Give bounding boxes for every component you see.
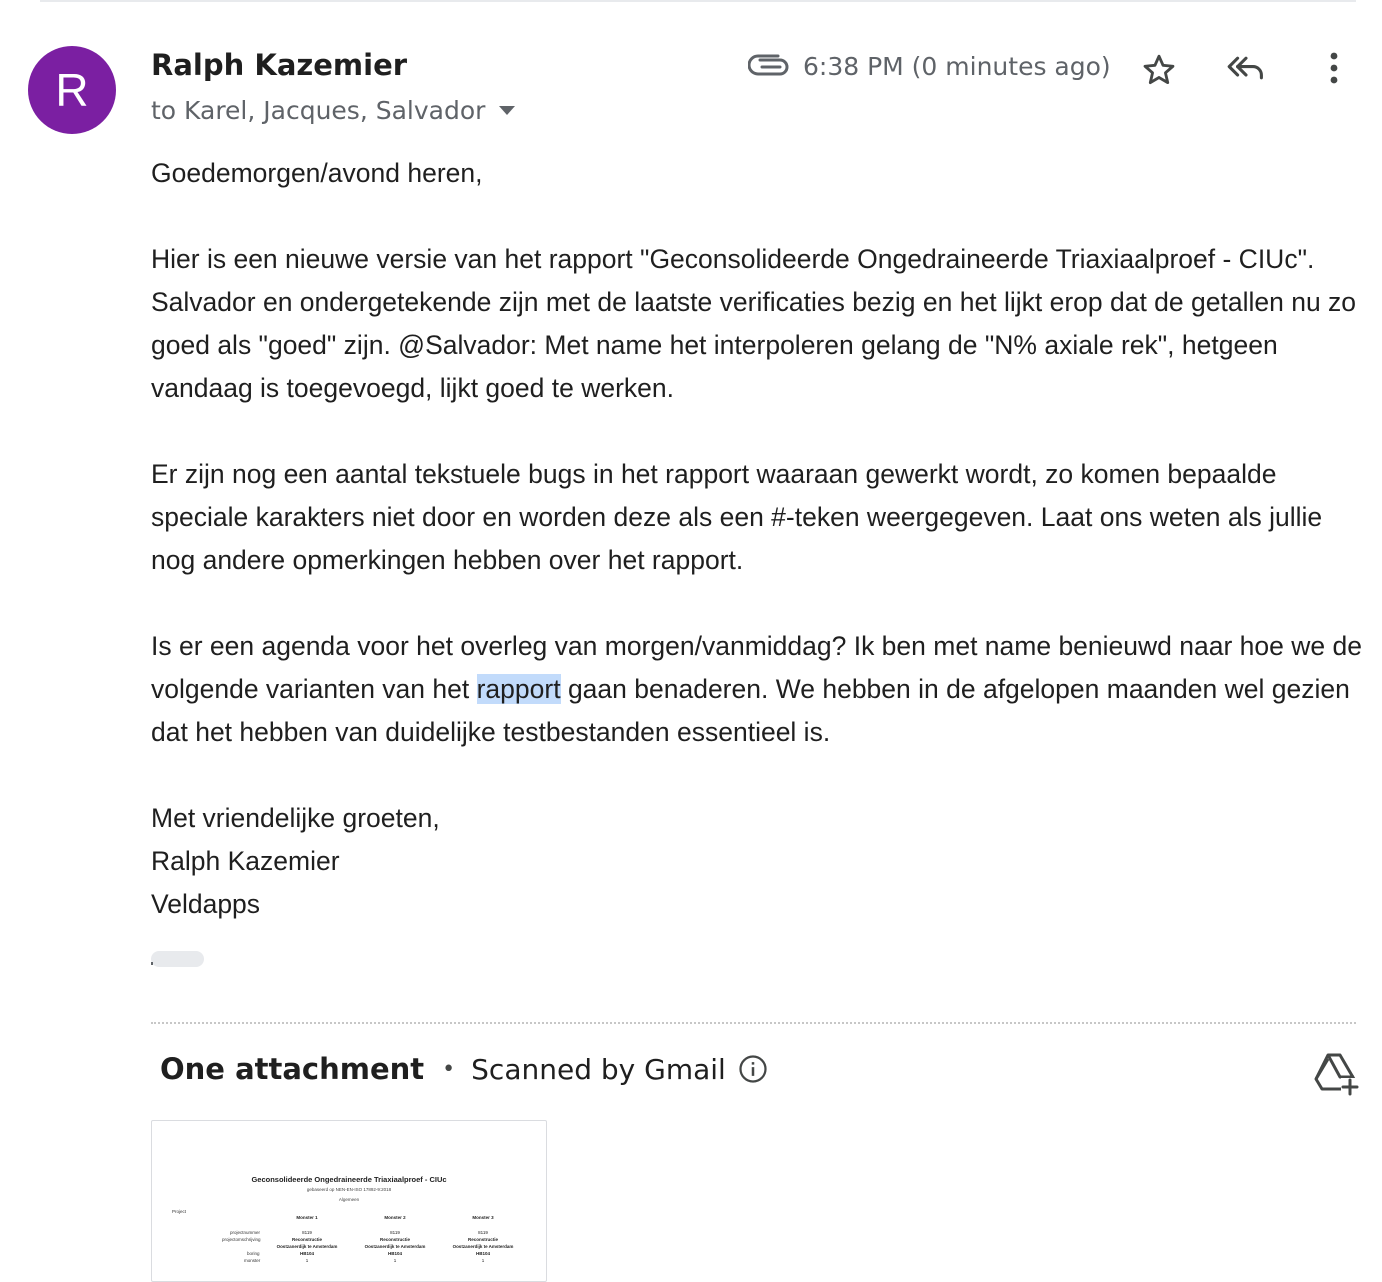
attachments-title: One attachment: [160, 1052, 425, 1086]
more-vert-icon: [1330, 52, 1338, 84]
attachments-separator: •: [442, 1056, 456, 1082]
thumbnail-cell: 1: [481, 1258, 485, 1263]
info-icon[interactable]: [738, 1054, 768, 1084]
attachments-divider: [151, 1022, 1356, 1024]
message-body: Goedemorgen/avond heren, Hier is een nie…: [151, 152, 1371, 926]
thumbnail-cell: Reconstructie: [467, 1237, 498, 1242]
thumbnail-cell: 8119: [478, 1230, 488, 1235]
thumbnail-cell: 1: [305, 1258, 309, 1263]
show-trimmed-content-button[interactable]: [151, 951, 204, 967]
star-button[interactable]: [1137, 48, 1181, 92]
body-paragraph-3: Is er een agenda voor het overleg van mo…: [151, 625, 1371, 754]
thumbnail-section: Algemeen: [338, 1197, 360, 1202]
thumbnail-cell: Reconstructie: [291, 1237, 322, 1242]
greeting: Goedemorgen/avond heren,: [151, 158, 483, 188]
thumbnail-subtitle: gebaseerd op NEN-EN-ISO 17892-9:2018: [306, 1187, 392, 1192]
thumbnail-cell: 8119: [302, 1230, 312, 1235]
thumbnail-cell: Oostzanerdijk te Amsterdam: [276, 1244, 338, 1249]
message-timestamp: 6:38 PM (0 minutes ago): [803, 52, 1111, 81]
body-paragraph-1: Hier is een nieuwe versie van het rappor…: [151, 244, 1357, 403]
selected-text-highlight: rapport: [476, 674, 561, 704]
thumbnail-cell: 1: [393, 1258, 397, 1263]
thumbnail-cell: Oostzanerdijk te Amsterdam: [364, 1244, 426, 1249]
signature-company: Veldapps: [151, 889, 261, 919]
thumbnail-cell: HB104: [475, 1251, 490, 1256]
reply-all-button[interactable]: [1224, 46, 1268, 90]
sender-name[interactable]: Ralph Kazemier: [151, 48, 407, 82]
add-to-drive-icon[interactable]: [1311, 1048, 1359, 1096]
sender-avatar[interactable]: R: [28, 46, 116, 134]
star-icon: [1143, 54, 1175, 85]
thumbnail-column-header: Monster 1: [296, 1215, 318, 1220]
thumbnail-row-label: projectomschrijving: [222, 1237, 261, 1242]
thumbnail-cell: HB104: [387, 1251, 402, 1256]
thumbnail-row-label: monster: [244, 1258, 261, 1263]
trim-dot: [151, 962, 153, 965]
thumbnail-cell: HB104: [299, 1251, 314, 1256]
paperclip-icon: [748, 54, 789, 76]
attachment-thumbnail-card[interactable]: Geconsolideerde Ongedraineerde Triaxiaal…: [151, 1120, 547, 1282]
recipients-line: to Karel, Jacques, Salvador: [151, 96, 516, 125]
recipients-text: to Karel, Jacques, Salvador: [151, 96, 486, 125]
top-divider: [40, 0, 1356, 2]
thumbnail-row-project: Project: [172, 1209, 187, 1214]
show-details-caret-icon[interactable]: [499, 106, 516, 115]
more-options-button[interactable]: [1312, 46, 1356, 90]
signature-name: Ralph Kazemier: [151, 846, 340, 876]
thumbnail-cell: Reconstructie: [379, 1237, 410, 1242]
thumbnail-row-label: boring: [247, 1251, 260, 1256]
attachments-header: One attachment • Scanned by Gmail: [160, 1052, 768, 1086]
signoff: Met vriendelijke groeten,: [151, 803, 440, 833]
thumbnail-row-label: projectnummer: [230, 1230, 261, 1235]
body-paragraph-2: Er zijn nog een aantal tekstuele bugs in…: [151, 459, 1323, 575]
thumbnail-cell: Oostzanerdijk te Amsterdam: [452, 1244, 514, 1249]
reply-all-icon: [1227, 56, 1263, 80]
thumbnail-column-header: Monster 3: [472, 1215, 494, 1220]
scanned-by-gmail-label: Scanned by Gmail: [471, 1052, 726, 1086]
thumbnail-column-header: Monster 2: [384, 1215, 406, 1220]
thumbnail-cell: 8119: [390, 1230, 400, 1235]
thumbnail-title: Geconsolideerde Ongedraineerde Triaxiaal…: [251, 1175, 447, 1184]
